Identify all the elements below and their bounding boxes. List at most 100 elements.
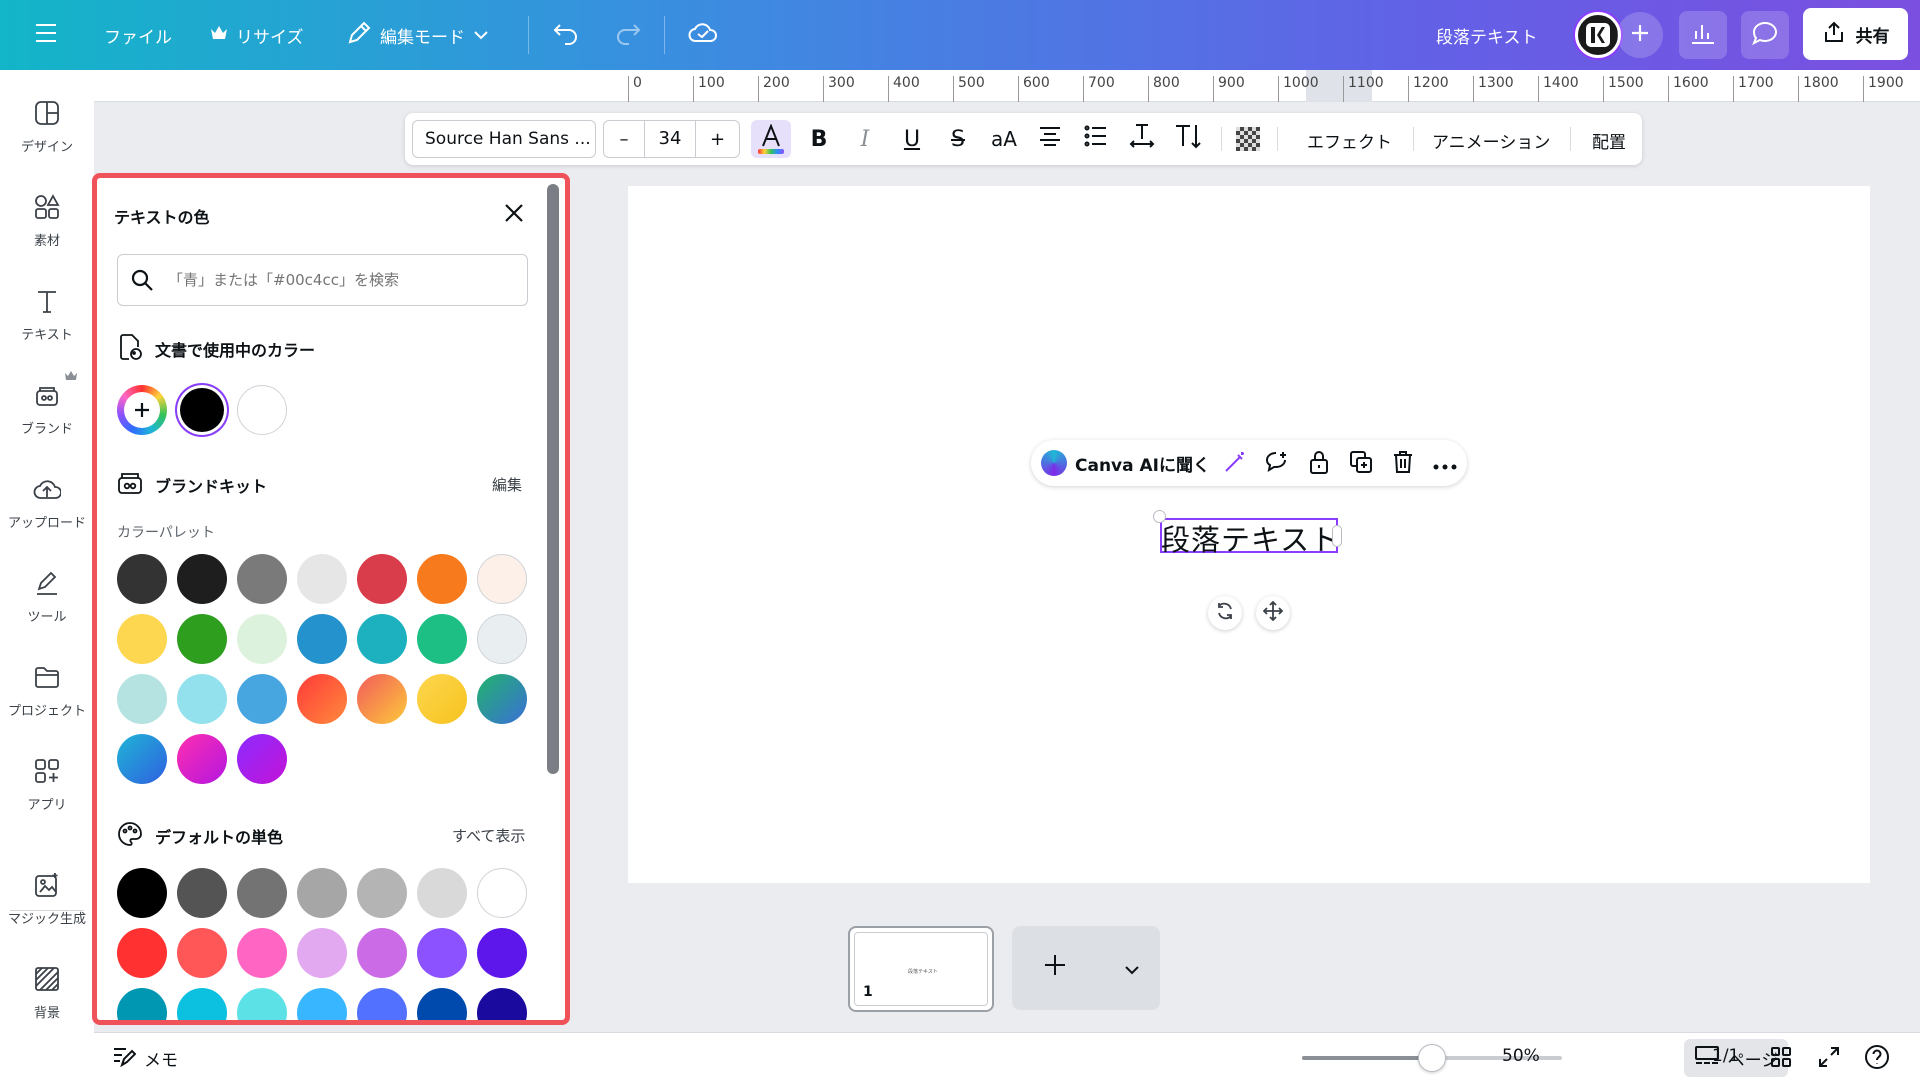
brand-palette-swatch[interactable]: [417, 674, 467, 724]
font-size-decrease-button[interactable]: –: [604, 129, 644, 150]
brand-palette-swatch[interactable]: [237, 674, 287, 724]
add-page-button[interactable]: [1042, 952, 1068, 982]
insights-button[interactable]: [1679, 11, 1727, 59]
strikethrough-button[interactable]: S: [941, 123, 975, 155]
grid-view-button[interactable]: [1770, 1046, 1792, 1072]
brand-palette-swatch[interactable]: [357, 674, 407, 724]
selected-text-element[interactable]: 段落テキスト: [1161, 517, 1340, 559]
sidebar-item-elements[interactable]: 素材: [0, 190, 94, 249]
default-color-swatch[interactable]: [417, 988, 467, 1020]
brand-kit-edit-link[interactable]: 編集: [492, 474, 522, 495]
sidebar-item-projects[interactable]: プロジェクト: [0, 660, 94, 719]
text-color-button[interactable]: [751, 120, 791, 158]
sidebar-item-design[interactable]: デザイン: [0, 96, 94, 155]
help-button[interactable]: [1864, 1044, 1890, 1074]
more-options-button[interactable]: [1431, 450, 1459, 478]
user-avatar[interactable]: [1575, 12, 1621, 58]
sidebar-item-apps[interactable]: アプリ: [0, 754, 94, 813]
document-color-swatch[interactable]: [237, 385, 287, 435]
brand-palette-swatch[interactable]: [117, 554, 167, 604]
lock-button[interactable]: [1305, 450, 1333, 478]
brand-palette-swatch[interactable]: [117, 674, 167, 724]
add-comment-button[interactable]: [1263, 450, 1291, 478]
share-button[interactable]: 共有: [1803, 8, 1908, 60]
close-panel-button[interactable]: [501, 200, 527, 226]
add-color-button[interactable]: [117, 385, 167, 435]
effects-button[interactable]: エフェクト: [1307, 128, 1392, 153]
default-color-swatch[interactable]: [477, 868, 527, 918]
undo-button[interactable]: [552, 15, 580, 55]
vertical-text-button[interactable]: [1171, 123, 1205, 155]
spacing-button[interactable]: [1125, 123, 1159, 155]
default-color-swatch[interactable]: [357, 988, 407, 1020]
page-thumbnail[interactable]: 段落テキスト 1: [848, 926, 994, 1012]
brand-palette-swatch[interactable]: [237, 554, 287, 604]
sidebar-item-brand[interactable]: ブランド: [0, 371, 94, 437]
brand-palette-swatch[interactable]: [477, 554, 527, 604]
animation-button[interactable]: アニメーション: [1432, 128, 1550, 153]
resize-handle-right[interactable]: [1332, 525, 1342, 547]
default-color-swatch[interactable]: [177, 988, 227, 1020]
resize-handle-left[interactable]: [1153, 510, 1166, 523]
default-color-swatch[interactable]: [477, 988, 527, 1020]
brand-palette-swatch[interactable]: [177, 674, 227, 724]
brand-palette-swatch[interactable]: [297, 674, 347, 724]
sidebar-item-text[interactable]: テキスト: [0, 284, 94, 343]
brand-palette-swatch[interactable]: [297, 554, 347, 604]
brand-palette-swatch[interactable]: [237, 614, 287, 664]
resize-button[interactable]: リサイズ: [210, 15, 304, 55]
sidebar-item-uploads[interactable]: アップロード: [0, 472, 94, 531]
bold-button[interactable]: B: [802, 123, 836, 155]
default-color-swatch[interactable]: [417, 868, 467, 918]
menu-button[interactable]: [34, 15, 58, 55]
align-button[interactable]: [1033, 123, 1067, 155]
default-color-swatch[interactable]: [237, 928, 287, 978]
color-search-input[interactable]: [168, 271, 508, 289]
default-color-swatch[interactable]: [297, 928, 347, 978]
default-color-swatch[interactable]: [177, 868, 227, 918]
position-button[interactable]: 配置: [1592, 128, 1626, 153]
file-menu-button[interactable]: ファイル: [104, 15, 172, 55]
fullscreen-button[interactable]: [1818, 1046, 1840, 1072]
redo-button[interactable]: [614, 15, 642, 55]
font-size-increase-button[interactable]: +: [696, 129, 739, 150]
underline-button[interactable]: U: [895, 123, 929, 155]
brand-palette-swatch[interactable]: [117, 614, 167, 664]
show-all-link[interactable]: すべて表示: [452, 825, 525, 846]
brand-palette-swatch[interactable]: [417, 554, 467, 604]
move-button[interactable]: [1256, 596, 1290, 630]
sidebar-item-magic-media[interactable]: マジック生成: [0, 868, 94, 927]
magic-write-button[interactable]: [1221, 450, 1249, 478]
letter-case-button[interactable]: aA: [987, 123, 1021, 155]
brand-palette-swatch[interactable]: [237, 734, 287, 784]
brand-palette-swatch[interactable]: [177, 554, 227, 604]
brand-palette-swatch[interactable]: [177, 614, 227, 664]
default-color-swatch[interactable]: [117, 868, 167, 918]
edit-mode-button[interactable]: 編集モード: [346, 15, 489, 55]
list-button[interactable]: [1079, 123, 1113, 155]
default-color-swatch[interactable]: [237, 988, 287, 1020]
panel-scrollbar[interactable]: [547, 184, 559, 774]
brand-palette-swatch[interactable]: [297, 614, 347, 664]
delete-button[interactable]: [1389, 450, 1417, 478]
duplicate-button[interactable]: [1347, 450, 1375, 478]
font-size-input[interactable]: 34: [644, 121, 696, 157]
default-color-swatch[interactable]: [117, 988, 167, 1020]
brand-palette-swatch[interactable]: [357, 614, 407, 664]
ask-canva-ai-button[interactable]: Canva AIに聞く: [1041, 450, 1210, 476]
default-color-swatch[interactable]: [357, 928, 407, 978]
default-color-swatch[interactable]: [297, 988, 347, 1020]
default-color-swatch[interactable]: [297, 868, 347, 918]
document-title[interactable]: 段落テキスト: [1436, 15, 1538, 55]
brand-palette-swatch[interactable]: [417, 614, 467, 664]
default-color-swatch[interactable]: [477, 928, 527, 978]
add-page-options-button[interactable]: [1124, 960, 1140, 979]
brand-palette-swatch[interactable]: [357, 554, 407, 604]
sidebar-item-tools[interactable]: ツール: [0, 566, 94, 625]
default-color-swatch[interactable]: [357, 868, 407, 918]
font-family-dropdown[interactable]: Source Han Sans ...: [412, 120, 596, 158]
zoom-slider-handle[interactable]: [1418, 1044, 1446, 1072]
brand-palette-swatch[interactable]: [177, 734, 227, 784]
italic-button[interactable]: I: [848, 123, 882, 155]
default-color-swatch[interactable]: [417, 928, 467, 978]
